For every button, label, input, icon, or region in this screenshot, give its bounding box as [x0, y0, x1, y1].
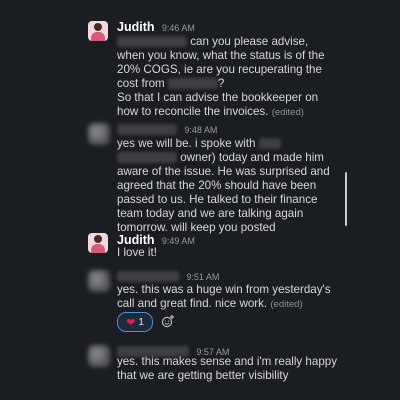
- scrollbar[interactable]: [345, 172, 347, 226]
- edited-label: (edited): [271, 107, 304, 118]
- author-name[interactable]: Judith: [117, 233, 155, 247]
- redacted-text: [258, 138, 281, 150]
- message-header: 9:48 AM: [117, 122, 217, 136]
- avatar[interactable]: [88, 123, 110, 145]
- author-name[interactable]: Judith: [117, 20, 155, 34]
- heart-reaction-button[interactable]: ❤ 1: [117, 312, 153, 332]
- timestamp[interactable]: 9:49 AM: [162, 236, 195, 246]
- heart-icon: ❤: [126, 316, 136, 329]
- avatar[interactable]: [88, 233, 108, 253]
- add-emoji-icon: [161, 315, 174, 328]
- message-header: Judith 9:49 AM: [117, 233, 195, 247]
- author-name[interactable]: [117, 271, 179, 283]
- redacted-text: [117, 36, 187, 48]
- message-header: 9:51 AM: [117, 269, 219, 283]
- message-body: yes. this was a huge win from yesterday'…: [117, 283, 331, 310]
- redacted-text: [117, 152, 177, 164]
- message-header: Judith 9:46 AM: [117, 20, 195, 34]
- message-body: yes we will be. i spoke with owner) toda…: [117, 137, 330, 234]
- message-body: can you please advise, when you know, wh…: [117, 35, 325, 118]
- message-body: yes. this makes sense and i'm really hap…: [117, 355, 338, 382]
- timestamp[interactable]: 9:48 AM: [184, 125, 217, 135]
- edited-label: (edited): [270, 299, 303, 310]
- avatar[interactable]: [88, 270, 110, 292]
- timestamp[interactable]: 9:46 AM: [162, 23, 195, 33]
- timestamp[interactable]: 9:51 AM: [186, 272, 219, 282]
- avatar[interactable]: [88, 345, 110, 367]
- reaction-count: 1: [138, 316, 144, 328]
- avatar[interactable]: [88, 21, 108, 41]
- author-name[interactable]: [117, 124, 177, 136]
- message-body: I love it!: [117, 246, 157, 259]
- redacted-text: [167, 78, 218, 90]
- add-reaction-button[interactable]: [159, 312, 177, 330]
